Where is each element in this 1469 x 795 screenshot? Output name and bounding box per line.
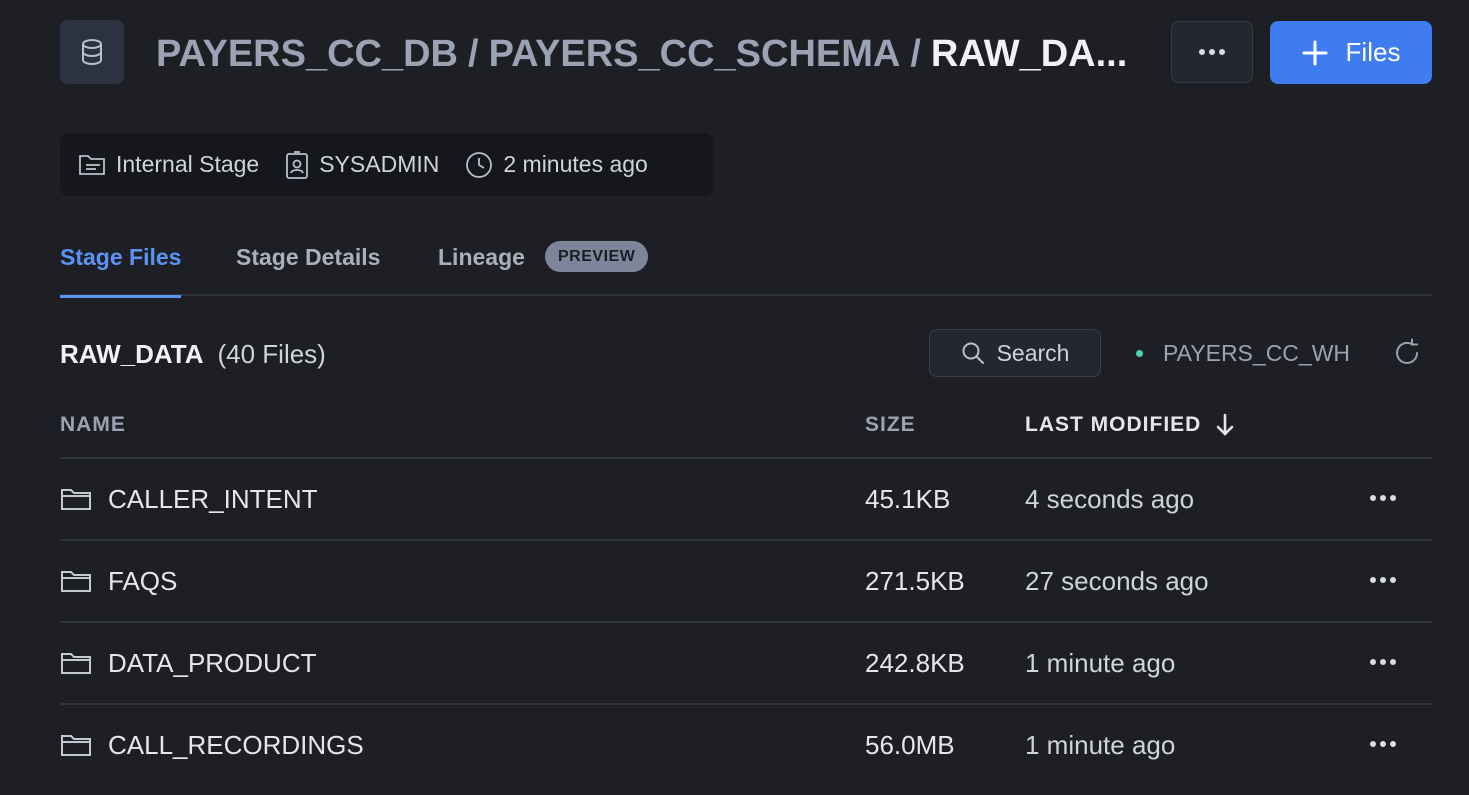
file-size: 271.5KB: [865, 566, 965, 596]
column-header-last-modified-label: LAST MODIFIED: [1025, 413, 1202, 436]
folder-icon: [61, 735, 91, 756]
stage-page: PAYERS_CC_DB / PAYERS_CC_SCHEMA / RAW_DA... …: [0, 0, 1469, 795]
column-header-name[interactable]: NAME: [60, 409, 126, 441]
file-name: CALLER_INTENT: [108, 484, 318, 514]
row-more-button[interactable]: [1365, 483, 1401, 513]
stage-updated: 2 minutes ago: [465, 151, 648, 179]
search-label: Search: [996, 339, 1070, 366]
tab-stage-files[interactable]: Stage Files: [60, 236, 182, 298]
breadcrumb-current: RAW_DA...: [930, 33, 1128, 75]
stage-folder-icon: [79, 154, 105, 175]
search-button[interactable]: Search: [929, 329, 1101, 377]
listing-title: RAW_DATA (40 Files): [60, 336, 326, 372]
breadcrumb-separator: /: [910, 33, 921, 75]
row-more-button[interactable]: [1365, 647, 1401, 677]
warehouse-status-dot: [1136, 349, 1143, 357]
refresh-icon: [1396, 338, 1418, 364]
plus-icon: [1302, 40, 1328, 65]
stage-type: Internal Stage: [78, 151, 259, 178]
file-name: FAQS: [108, 566, 178, 596]
column-header-size[interactable]: SIZE: [865, 409, 916, 441]
table-row[interactable]: CALLER_INTENT 45.1KB 4 seconds ago: [60, 459, 1432, 541]
warehouse-name: PAYERS_CC_WH: [1163, 339, 1351, 366]
row-more-button[interactable]: [1365, 565, 1401, 595]
warehouse-selector[interactable]: PAYERS_CC_WH: [1136, 336, 1350, 370]
more-actions-button[interactable]: [1171, 21, 1253, 83]
file-modified: 27 seconds ago: [1025, 566, 1209, 596]
file-count: (40 Files): [217, 339, 326, 369]
folder-icon: [61, 653, 91, 674]
preview-badge: PREVIEW: [545, 241, 649, 272]
table-row[interactable]: DATA_PRODUCT 242.8KB 1 minute ago: [60, 623, 1432, 705]
folder-icon: [61, 571, 91, 592]
more-horizontal-icon: [1370, 659, 1396, 665]
stage-type-label: Internal Stage: [116, 151, 260, 177]
row-more-button[interactable]: [1365, 729, 1401, 759]
more-horizontal-icon: [1199, 49, 1225, 55]
stage-owner: SYSADMIN: [285, 150, 439, 180]
file-name: DATA_PRODUCT: [108, 648, 317, 678]
more-horizontal-icon: [1370, 577, 1396, 583]
clock-icon: [466, 151, 493, 178]
stage-name: RAW_DATA: [60, 339, 204, 369]
user-badge-icon: [286, 150, 309, 179]
more-horizontal-icon: [1370, 741, 1396, 747]
add-files-label: Files: [1345, 37, 1401, 67]
breadcrumb-separator: /: [468, 33, 479, 75]
file-size: 242.8KB: [865, 648, 965, 678]
database-icon: [60, 20, 124, 84]
refresh-button[interactable]: [1392, 338, 1422, 368]
file-name: CALL_RECORDINGS: [108, 730, 364, 760]
add-files-button[interactable]: Files: [1270, 21, 1432, 84]
breadcrumb-schema[interactable]: PAYERS_CC_SCHEMA: [489, 33, 901, 75]
file-modified: 1 minute ago: [1025, 730, 1176, 760]
breadcrumb-database[interactable]: PAYERS_CC_DB: [156, 33, 458, 75]
tab-stage-details[interactable]: Stage Details: [236, 236, 380, 296]
sort-descending-icon: [1217, 413, 1234, 436]
column-header-last-modified[interactable]: LAST MODIFIED: [1025, 409, 1235, 441]
file-size: 45.1KB: [865, 484, 951, 514]
folder-icon: [61, 489, 91, 510]
owner-label: SYSADMIN: [319, 151, 440, 177]
file-modified: 1 minute ago: [1025, 648, 1176, 678]
tab-lineage[interactable]: Lineage: [438, 236, 525, 296]
breadcrumb: PAYERS_CC_DB / PAYERS_CC_SCHEMA / RAW_DA...: [156, 28, 1160, 80]
tab-bar: Stage Files Stage Details Lineage PREVIE…: [60, 236, 1432, 298]
table-row[interactable]: FAQS 271.5KB 27 seconds ago: [60, 541, 1432, 623]
file-modified: 4 seconds ago: [1025, 484, 1195, 514]
table-row[interactable]: CALL_RECORDINGS 56.0MB 1 minute ago: [60, 705, 1432, 787]
search-icon: [962, 342, 984, 364]
file-size: 56.0MB: [865, 730, 955, 760]
stage-meta-bar: Internal Stage SYSADMIN 2 minutes ago: [60, 133, 713, 196]
updated-label: 2 minutes ago: [503, 151, 648, 177]
more-horizontal-icon: [1370, 495, 1396, 501]
